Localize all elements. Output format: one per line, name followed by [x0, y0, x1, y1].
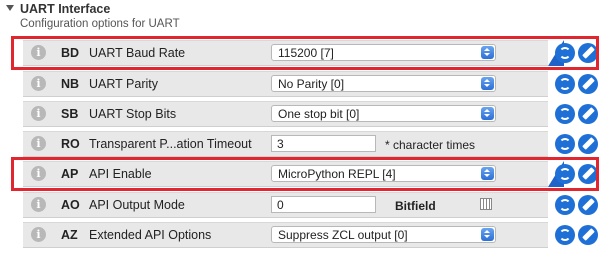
grid-icon[interactable] [480, 198, 492, 210]
refresh-icon[interactable] [555, 195, 575, 215]
collapse-arrow-icon[interactable] [6, 5, 14, 11]
setting-row-ao: i AO API Output Mode 0 Bitfield [23, 192, 598, 218]
setting-label: Extended API Options [89, 228, 212, 242]
input-value: 3 [277, 137, 284, 151]
refresh-icon[interactable] [555, 104, 575, 124]
api-output-mode-input[interactable]: 0 [271, 196, 376, 213]
refresh-icon[interactable] [555, 134, 575, 154]
setting-code: SB [61, 107, 79, 121]
section-description: Configuration options for UART [20, 18, 180, 30]
setting-code: AO [61, 198, 80, 212]
pencil-icon[interactable] [578, 74, 598, 94]
setting-row-az: i AZ Extended API Options Suppress ZCL o… [23, 222, 598, 248]
chevron-updown-icon[interactable] [481, 107, 494, 120]
chevron-updown-icon[interactable] [481, 167, 494, 180]
setting-label: UART Parity [89, 77, 159, 91]
extended-api-options-select[interactable]: Suppress ZCL output [0] [271, 226, 496, 243]
setting-row-nb: i NB UART Parity No Parity [0] [23, 71, 598, 97]
setting-code: AP [61, 167, 79, 181]
info-icon[interactable]: i [31, 136, 46, 151]
info-icon[interactable]: i [31, 76, 46, 91]
refresh-icon[interactable] [555, 43, 575, 63]
chevron-updown-icon[interactable] [481, 228, 494, 241]
select-value: Suppress ZCL output [0] [278, 228, 408, 242]
select-value: One stop bit [0] [278, 107, 360, 121]
setting-code: BD [61, 46, 80, 60]
info-icon[interactable]: i [31, 166, 46, 181]
pencil-icon[interactable] [578, 195, 598, 215]
refresh-icon[interactable] [555, 225, 575, 245]
input-suffix: * character times [385, 138, 476, 152]
setting-row-bd: i BD UART Baud Rate 115200 [7] [23, 40, 598, 66]
refresh-icon[interactable] [555, 74, 575, 94]
select-value: No Parity [0] [278, 77, 345, 91]
section-title: UART Interface [20, 2, 111, 16]
refresh-icon[interactable] [555, 164, 575, 184]
setting-row-ro: i RO Transparent P...ation Timeout 3 * c… [23, 131, 598, 157]
pencil-icon[interactable] [578, 164, 598, 184]
info-icon[interactable]: i [31, 45, 46, 60]
setting-code: NB [61, 77, 80, 91]
pencil-icon[interactable] [578, 43, 598, 63]
info-icon[interactable]: i [31, 106, 46, 121]
select-value: 115200 [7] [278, 46, 334, 60]
setting-row-ap: i AP API Enable MicroPython REPL [4] [23, 161, 598, 187]
select-value: MicroPython REPL [4] [278, 167, 396, 181]
input-suffix: Bitfield [395, 199, 436, 213]
setting-label: UART Baud Rate [89, 46, 186, 60]
chevron-updown-icon[interactable] [481, 77, 494, 90]
api-enable-select[interactable]: MicroPython REPL [4] [271, 165, 496, 182]
setting-label: UART Stop Bits [89, 107, 177, 121]
pencil-icon[interactable] [578, 134, 598, 154]
pencil-icon[interactable] [578, 225, 598, 245]
pencil-icon[interactable] [578, 104, 598, 124]
info-icon[interactable]: i [31, 227, 46, 242]
setting-label: API Enable [89, 167, 152, 181]
setting-label: API Output Mode [89, 198, 185, 212]
input-value: 0 [277, 198, 284, 212]
setting-row-sb: i SB UART Stop Bits One stop bit [0] [23, 101, 598, 127]
baud-rate-select[interactable]: 115200 [7] [271, 44, 496, 61]
setting-label: Transparent P...ation Timeout [89, 137, 252, 151]
stop-bits-select[interactable]: One stop bit [0] [271, 105, 496, 122]
setting-code: AZ [61, 228, 78, 242]
parity-select[interactable]: No Parity [0] [271, 75, 496, 92]
info-icon[interactable]: i [31, 197, 46, 212]
timeout-input[interactable]: 3 [271, 135, 376, 152]
setting-code: RO [61, 137, 80, 151]
chevron-updown-icon[interactable] [481, 46, 494, 59]
